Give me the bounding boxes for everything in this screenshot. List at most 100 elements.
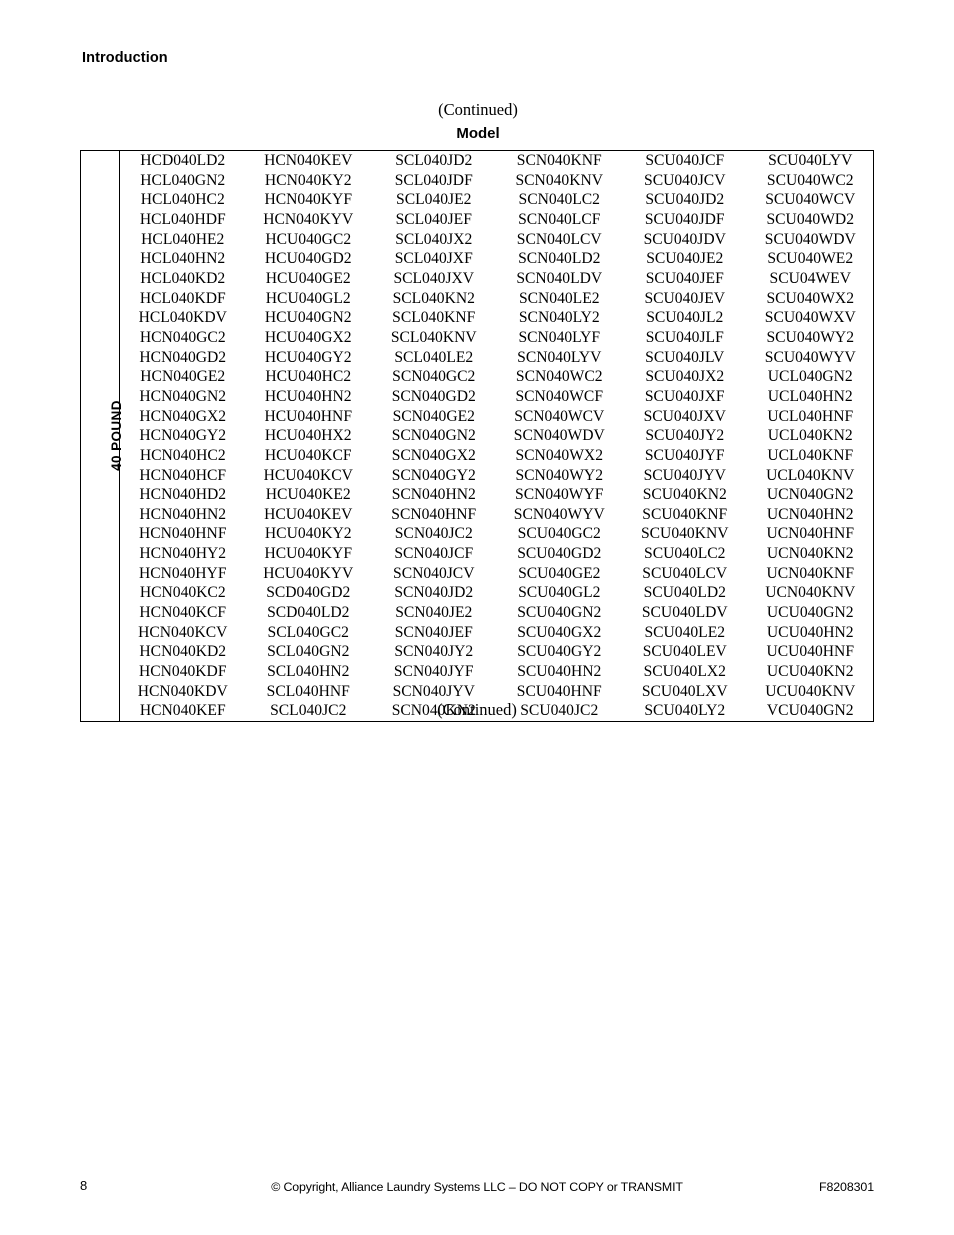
model-number: SCU040WDV <box>764 230 856 248</box>
model-number: HCL040HDF <box>139 210 226 228</box>
model-number: HCN040KD2 <box>139 643 227 661</box>
model-number: SCL040GC2 <box>267 623 349 641</box>
model-number: HCN040KCF <box>139 604 227 622</box>
model-number: HCU040KCF <box>264 446 352 464</box>
model-number: HCN040HY2 <box>139 545 227 563</box>
document-page: Introduction (Continued) Model 40 POUND … <box>0 0 954 1235</box>
model-number: UCN040GN2 <box>766 486 854 504</box>
model-number: SCU040JYV <box>643 466 726 484</box>
model-number: SCN040WYF <box>515 486 604 504</box>
model-number: SCU040WY2 <box>766 328 854 346</box>
model-number: SCU040JYF <box>644 446 725 464</box>
model-number: SCU040JE2 <box>646 250 724 268</box>
model-number: UCN040KNV <box>765 584 856 602</box>
model-number: SCL040KN2 <box>392 289 475 307</box>
model-number: SCU040WC2 <box>766 171 854 189</box>
model-number: HCU040KEV <box>264 505 353 523</box>
model-number: SCU040JDV <box>643 230 726 248</box>
model-number: HCN040GX2 <box>139 407 227 425</box>
model-number: SCN040WC2 <box>515 368 603 386</box>
model-number: SCU040LEV <box>642 643 727 661</box>
model-number: SCL040JXF <box>394 250 473 268</box>
model-number: HCN040HD2 <box>139 486 227 504</box>
model-number: SCL040JD2 <box>395 152 473 169</box>
model-number: SCL040HN2 <box>267 663 350 681</box>
model-number: SCU040GD2 <box>517 545 602 563</box>
model-number: HCU040GC2 <box>265 230 352 248</box>
model-number: HCN040GD2 <box>139 348 227 366</box>
model-list-cell: HCD040LD2 HCL040GN2 HCL040HC2 HCL040HDF HCL0… <box>119 149 874 723</box>
model-number: SCU040WE2 <box>767 250 854 268</box>
model-number: HCL040KDV <box>138 309 227 327</box>
model-number: HCN040HN2 <box>139 505 227 523</box>
model-number: SCU040LDV <box>641 604 728 622</box>
model-number: SCN040GY2 <box>391 466 476 484</box>
model-number: SCU040WCV <box>765 191 856 209</box>
model-number: SCU040JXF <box>644 387 725 405</box>
model-number: SCL040KNV <box>390 328 477 346</box>
model-number: SCN040HNF <box>391 505 477 523</box>
model-number: SCN040HN2 <box>391 486 476 504</box>
running-head: Introduction <box>82 50 168 66</box>
table-caption-block: (Continued) Model <box>82 100 874 145</box>
model-number: SCU040WX2 <box>766 289 854 307</box>
model-number: HCU040GE2 <box>265 269 351 287</box>
model-number: HCU040GD2 <box>264 250 352 268</box>
model-number: HCU040KYV <box>263 564 354 582</box>
model-number: SCN040WX2 <box>515 446 603 464</box>
model-number: SCN040WYV <box>513 505 605 523</box>
model-number: SCN040LCV <box>516 230 602 248</box>
model-number: SCU040GX2 <box>517 623 602 641</box>
model-column-6: SCU040LYV SCU040WC2 SCU040WCV SCU040WD2 SCU0… <box>748 151 874 721</box>
model-number: UCL040GN2 <box>767 368 853 386</box>
model-number: SCN040LC2 <box>518 191 600 209</box>
model-number: SCN040GC2 <box>392 368 476 386</box>
model-number: UCU040HNF <box>766 643 854 661</box>
model-number: HCN040GN2 <box>139 387 227 405</box>
model-number: SCL040JDF <box>394 171 473 189</box>
model-number: HCN040KYV <box>263 210 354 228</box>
model-number: SCL040JE2 <box>396 191 472 209</box>
model-number: HCU040GL2 <box>265 289 351 307</box>
model-column-5: SCU040JCF SCU040JCV SCU040JD2 SCU040JDF SCU0… <box>622 151 748 721</box>
model-number: HCN040HNF <box>138 525 227 543</box>
model-number: SCN040KNV <box>515 171 603 189</box>
model-number: SCN040LY2 <box>518 309 600 327</box>
model-number: SCU040LD2 <box>643 584 726 602</box>
model-number: HCN040KDV <box>137 682 228 700</box>
model-number: HCU040KYF <box>264 545 352 563</box>
model-number: HCU040GX2 <box>264 328 352 346</box>
page-footer: 8 © Copyright, Alliance Laundry Systems … <box>0 1178 954 1198</box>
model-number: SCU040WXV <box>764 309 856 327</box>
model-number: HCU040HX2 <box>264 427 352 445</box>
model-number: HCN040KYF <box>264 191 352 209</box>
model-number: SCU040LE2 <box>644 623 726 641</box>
model-number: SCU040JEF <box>645 269 724 287</box>
model-number: SCU040JLV <box>645 348 725 366</box>
model-number: SCN040WCF <box>515 387 604 405</box>
model-number: SCU040GY2 <box>517 643 602 661</box>
continued-label-bottom: (Continued) <box>437 700 517 719</box>
model-number: HCN040HCF <box>139 466 227 484</box>
model-number: SCU04WEV <box>769 269 851 287</box>
model-column-1: HCD040LD2 HCL040GN2 HCL040HC2 HCL040HDF HCL0… <box>120 151 246 721</box>
model-number: SCU040LCV <box>642 564 728 582</box>
model-number: SCN040KNF <box>516 152 602 169</box>
model-number: UCN040HNF <box>766 525 854 543</box>
model-number: HCD040LD2 <box>140 152 226 169</box>
model-number: SCU040GC2 <box>517 525 601 543</box>
model-number: UCL040KNF <box>767 446 854 464</box>
model-number: HCU040HNF <box>264 407 352 425</box>
model-number: HCU040GY2 <box>264 348 352 366</box>
model-number: SCN040GD2 <box>391 387 476 405</box>
model-number: HCN040KC2 <box>139 584 226 602</box>
model-number: UCU040KN2 <box>766 663 854 681</box>
model-number: UCL040KN2 <box>767 427 853 445</box>
model-number: UCN040KN2 <box>766 545 854 563</box>
model-table: 40 POUND HCD040LD2 HCL040GN2 HCL040HC2 HCL0… <box>80 149 874 723</box>
model-number: SCN040GE2 <box>392 407 475 425</box>
model-number: SCN040LDV <box>516 269 603 287</box>
document-number: F8208301 <box>818 1180 874 1194</box>
model-number: HCL040HN2 <box>140 250 226 268</box>
capacity-category-label: 40 POUND <box>108 400 124 471</box>
